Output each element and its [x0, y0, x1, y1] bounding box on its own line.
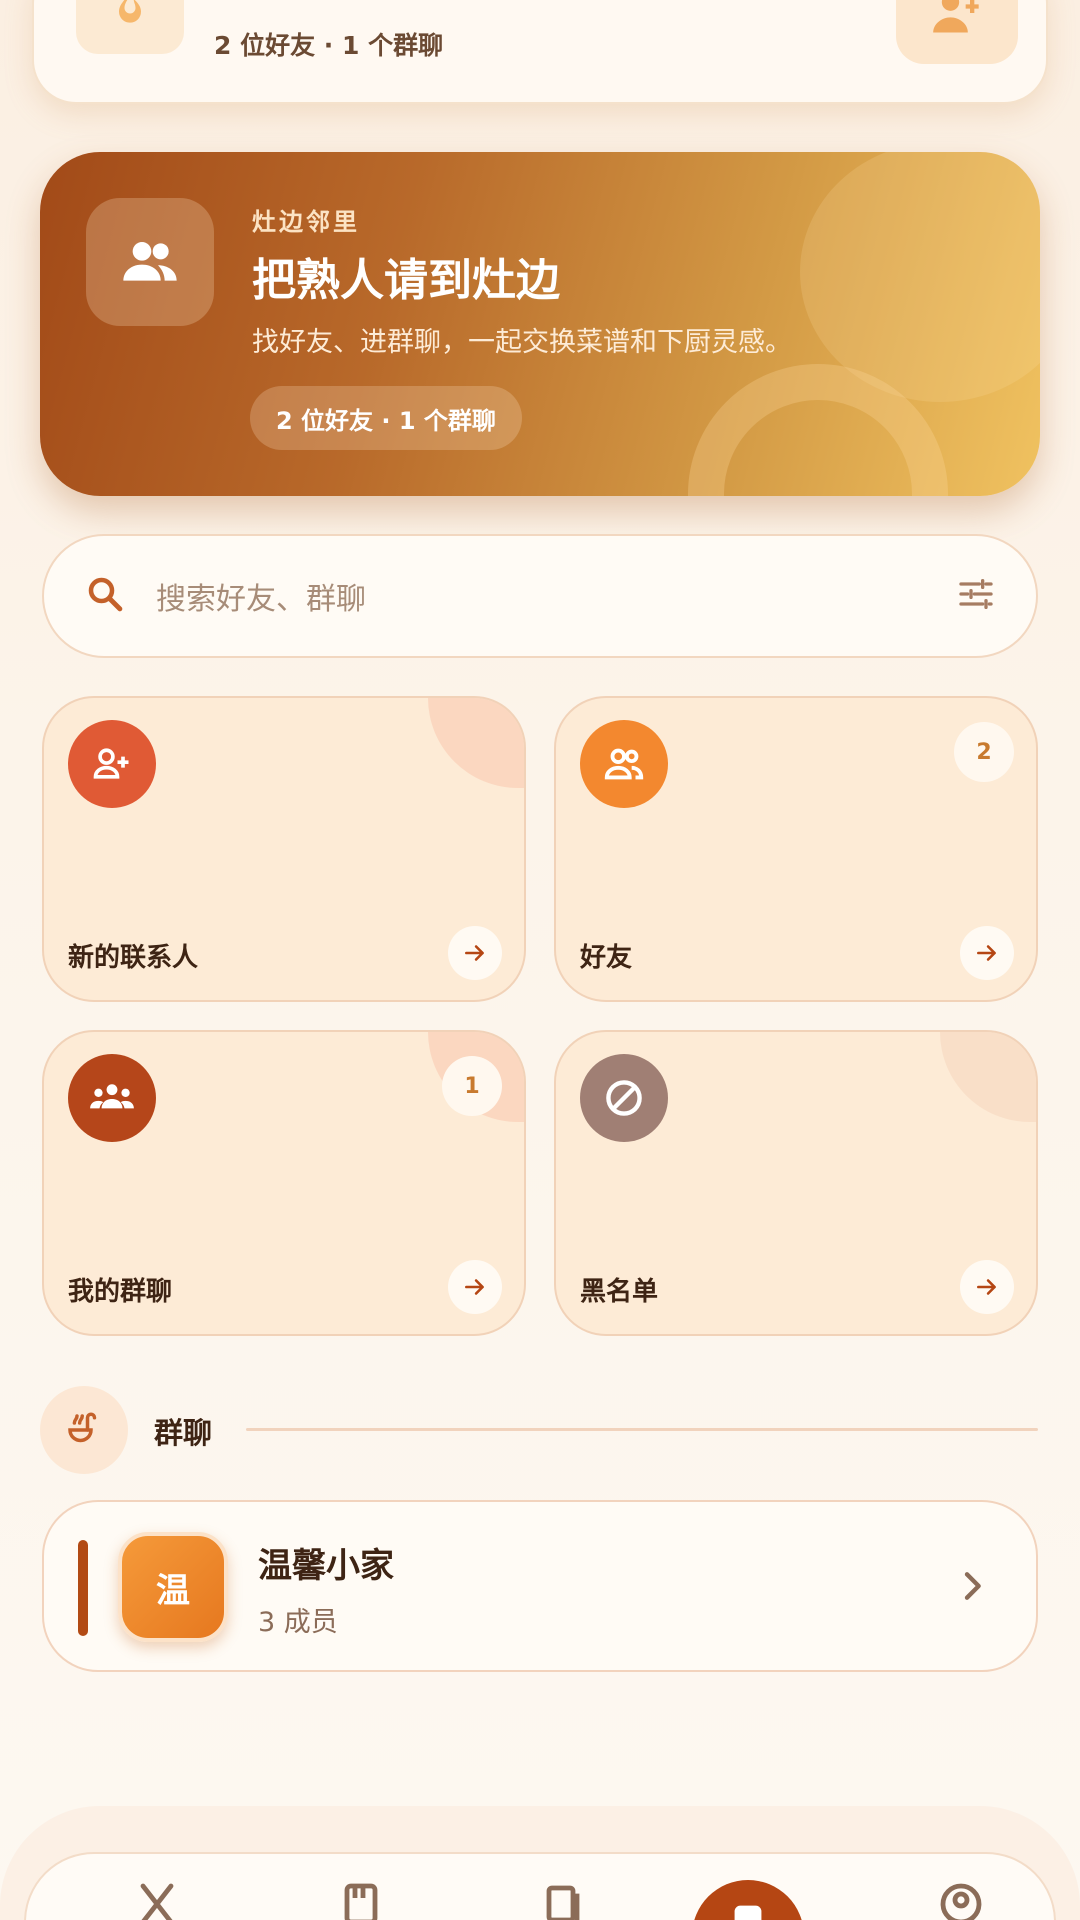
count-badge: 2	[954, 722, 1014, 782]
chevron-right-icon	[952, 1564, 992, 1612]
banner-eyebrow: 灶边邻里	[252, 208, 360, 236]
block-icon	[580, 1054, 668, 1142]
banner-stats-pill: 2 位好友 · 1 个群聊	[250, 386, 522, 450]
neighbors-banner: 灶边邻里 把熟人请到灶边 找好友、进群聊，一起交换菜谱和下厨灵感。 2 位好友 …	[40, 152, 1040, 496]
people-icon	[580, 720, 668, 808]
nav-profile-icon[interactable]	[926, 1880, 996, 1920]
nav-kitchen-icon[interactable]	[122, 1880, 192, 1920]
bottom-nav	[24, 1852, 1056, 1920]
search-input[interactable]: 搜索好友、群聊	[156, 574, 956, 618]
section-title: 群聊	[154, 1416, 213, 1450]
accent-bar	[78, 1540, 88, 1636]
banner-description: 找好友、进群聊，一起交换菜谱和下厨灵感。	[252, 327, 792, 358]
group-name: 温馨小家	[258, 1546, 394, 1586]
search-icon	[84, 573, 126, 619]
card-label: 好友	[580, 943, 633, 973]
new-contacts-card[interactable]: 新的联系人	[42, 696, 526, 1002]
nav-contacts-icon[interactable]	[692, 1880, 804, 1920]
people-icon	[86, 198, 214, 326]
card-label: 新的联系人	[68, 943, 199, 973]
arrow-right-icon[interactable]	[960, 1260, 1014, 1314]
add-friend-icon[interactable]	[896, 0, 1018, 64]
group-member-count: 3 成员	[258, 1607, 338, 1638]
banner-title: 把熟人请到灶边	[252, 255, 560, 306]
section-divider	[246, 1428, 1038, 1431]
nav-recipes-icon[interactable]	[326, 1880, 396, 1920]
flame-icon	[76, 0, 184, 54]
arrow-right-icon[interactable]	[448, 1260, 502, 1314]
ladle-icon	[40, 1386, 128, 1474]
my-groups-card[interactable]: 1 我的群聊	[42, 1030, 526, 1336]
friends-card[interactable]: 2 好友	[554, 696, 1038, 1002]
groups-icon	[68, 1054, 156, 1142]
arrow-right-icon[interactable]	[448, 926, 502, 980]
search-bar[interactable]: 搜索好友、群聊	[42, 534, 1038, 658]
count-badge: 1	[442, 1056, 502, 1116]
group-row[interactable]: 温 温馨小家 3 成员	[42, 1500, 1038, 1672]
group-avatar: 温	[118, 1532, 228, 1642]
nav-notes-icon[interactable]	[528, 1880, 598, 1920]
kitchen-profile-card[interactable]: 2 位好友 · 1 个群聊	[32, 0, 1048, 104]
arrow-right-icon[interactable]	[960, 926, 1014, 980]
person-add-icon	[68, 720, 156, 808]
filter-icon[interactable]	[956, 574, 996, 618]
contacts-page: 2 位好友 · 1 个群聊 灶边邻里 把熟人请到灶边 找好友、进群聊，一起交换菜…	[0, 0, 1080, 1920]
card-label: 黑名单	[580, 1277, 659, 1307]
blocklist-card[interactable]: 黑名单	[554, 1030, 1038, 1336]
card-label: 我的群聊	[68, 1277, 173, 1307]
card-subtitle: 2 位好友 · 1 个群聊	[214, 31, 444, 60]
